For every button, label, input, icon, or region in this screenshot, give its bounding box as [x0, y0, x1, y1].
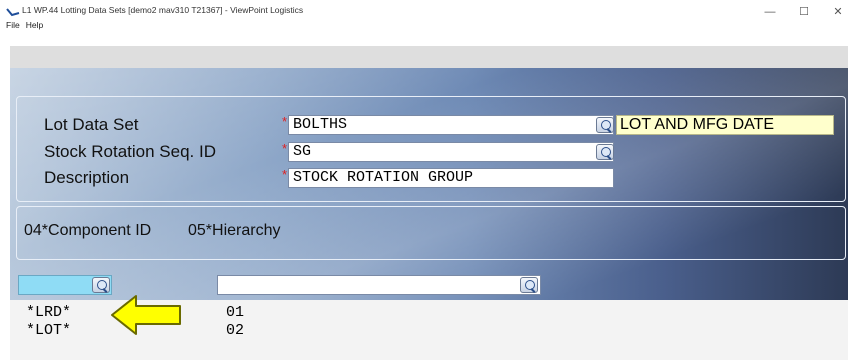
description-input[interactable]: STOCK ROTATION GROUP	[288, 168, 614, 188]
maximize-button[interactable]: ☐	[792, 3, 816, 21]
component-cell: *LRD*	[26, 304, 72, 321]
lot-data-set-label: Lot Data Set	[44, 115, 139, 134]
title-bar: L1 WP.44 Lotting Data Sets [demo2 mav310…	[0, 0, 858, 34]
required-marker: *	[282, 141, 288, 156]
stock-rotation-label: Stock Rotation Seq. ID	[44, 142, 216, 161]
required-marker: *	[282, 167, 288, 182]
close-button[interactable]: ✕	[826, 3, 850, 21]
lot-data-set-description: LOT AND MFG DATE	[616, 115, 834, 135]
window-title: L1 WP.44 Lotting Data Sets [demo2 mav310…	[22, 5, 304, 15]
component-cell: *LOT*	[26, 322, 72, 339]
app-logo-icon	[6, 8, 20, 17]
hierarchy-header[interactable]: 05*Hierarchy	[188, 222, 280, 240]
description-label: Description	[44, 168, 130, 187]
menu-help[interactable]: Help	[26, 20, 43, 32]
toolbar-strip	[10, 46, 848, 68]
left-arrow-icon	[111, 295, 181, 335]
menu-file[interactable]: File	[6, 20, 20, 32]
component-lookup-icon[interactable]	[92, 277, 110, 293]
stock-rotation-lookup-icon[interactable]	[596, 144, 614, 160]
main-panel: Lot Data Set * BOLTHS LOT AND MFG DATE S…	[10, 68, 848, 300]
hierarchy-cell: 02	[226, 322, 245, 339]
lot-data-set-lookup-icon[interactable]	[596, 117, 614, 133]
hierarchy-cell: 01	[226, 304, 245, 321]
required-marker: *	[282, 114, 288, 129]
stock-rotation-input[interactable]: SG	[288, 142, 614, 162]
minimize-button[interactable]: —	[758, 3, 782, 21]
lot-data-set-input[interactable]: BOLTHS	[288, 115, 614, 135]
menu-bar: File Help	[6, 20, 43, 32]
hierarchy-filter-input[interactable]	[217, 275, 541, 295]
component-id-header[interactable]: 04*Component ID	[24, 222, 151, 240]
hierarchy-lookup-icon[interactable]	[520, 277, 538, 293]
